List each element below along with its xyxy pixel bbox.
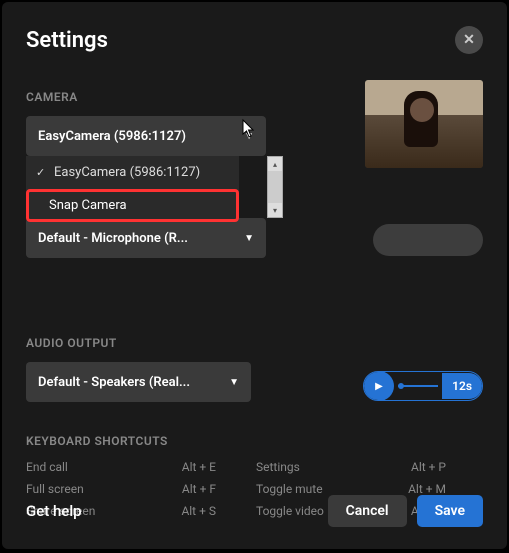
shortcut-label: Toggle mute	[256, 482, 323, 496]
modal-footer: Get help Cancel Save	[26, 495, 483, 527]
audio-progress-handle[interactable]	[398, 383, 404, 389]
shortcut-row: Settings Alt + P	[256, 460, 446, 474]
shortcuts-section-label: KEYBOARD SHORTCUTS	[26, 434, 483, 448]
shortcut-key: Alt + M	[408, 482, 446, 496]
camera-option-easycamera[interactable]: ✓ EasyCamera (5986:1127)	[26, 156, 239, 189]
camera-section-label: CAMERA	[26, 90, 266, 104]
shortcut-key: Alt + F	[182, 482, 216, 496]
mic-test-pill[interactable]	[373, 224, 483, 256]
chevron-down-icon: ▼	[244, 233, 254, 244]
camera-preview	[365, 80, 483, 168]
camera-option-label: EasyCamera (5986:1127)	[54, 165, 200, 180]
scroll-up-icon[interactable]: ▴	[268, 157, 282, 171]
shortcut-row: Full screen Alt + F	[26, 482, 216, 496]
close-button[interactable]: ✕	[455, 26, 483, 54]
camera-option-snapcamera[interactable]: Snap Camera	[26, 189, 239, 222]
audio-output-section-label: AUDIO OUTPUT	[26, 336, 483, 350]
microphone-selected-label: Default - Microphone (R...	[38, 231, 188, 246]
audio-progress-track[interactable]	[398, 385, 438, 387]
play-icon: ▶	[375, 381, 383, 392]
shortcut-row: Toggle mute Alt + M	[256, 482, 446, 496]
chevron-down-icon: ▼	[244, 131, 254, 142]
play-button[interactable]: ▶	[364, 371, 394, 401]
chevron-down-icon: ▼	[229, 377, 239, 388]
audio-test-control: ▶ 12s	[363, 371, 483, 401]
camera-option-label: Snap Camera	[49, 198, 127, 213]
settings-modal: Settings ✕ CAMERA EasyCamera (5986:1127)…	[2, 2, 507, 549]
save-button[interactable]: Save	[417, 495, 483, 527]
shortcut-label: End call	[26, 460, 68, 474]
shortcut-row: End call Alt + E	[26, 460, 216, 474]
modal-header: Settings ✕	[26, 26, 483, 54]
shortcut-label: Settings	[256, 460, 300, 474]
cancel-button[interactable]: Cancel	[328, 495, 407, 527]
get-help-link[interactable]: Get help	[26, 502, 82, 520]
shortcut-key: Alt + P	[411, 460, 446, 474]
audio-output-dropdown[interactable]: Default - Speakers (Real... ▼	[26, 362, 251, 402]
camera-dropdown[interactable]: EasyCamera (5986:1127) ▼	[26, 116, 266, 156]
audio-output-section: AUDIO OUTPUT Default - Speakers (Real...…	[26, 336, 483, 410]
check-icon: ✓	[36, 166, 46, 179]
scrollbar[interactable]: ▴ ▾	[267, 156, 283, 218]
scroll-down-icon[interactable]: ▾	[268, 203, 282, 217]
shortcut-key: Alt + E	[182, 460, 216, 474]
modal-title: Settings	[26, 28, 108, 53]
audio-output-selected-label: Default - Speakers (Real...	[38, 375, 190, 390]
microphone-dropdown[interactable]: Default - Microphone (R... ▼	[26, 218, 266, 258]
camera-selected-label: EasyCamera (5986:1127)	[38, 129, 186, 144]
shortcut-label: Full screen	[26, 482, 84, 496]
camera-dropdown-menu: ✓ EasyCamera (5986:1127) Snap Camera	[26, 156, 239, 222]
audio-time-badge: 12s	[442, 373, 482, 399]
close-icon: ✕	[463, 32, 475, 48]
